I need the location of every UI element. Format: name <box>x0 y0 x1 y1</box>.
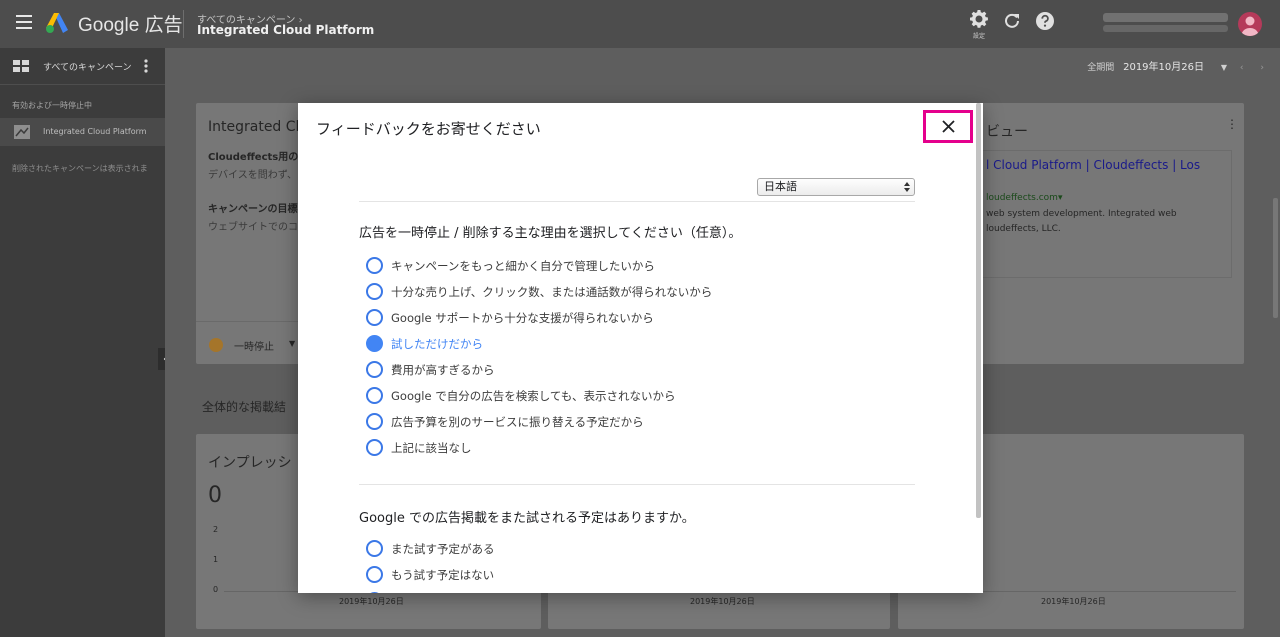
radio-button[interactable] <box>366 566 383 583</box>
radio-option[interactable]: Google で自分の広告を検索しても、表示されないから <box>366 386 906 404</box>
section-heading: 全体的な掲載結 <box>202 400 287 414</box>
radio-label: もう試す予定はない <box>391 568 495 582</box>
campaign-icon <box>14 125 30 139</box>
axis-tick: 2 <box>213 525 219 534</box>
radio-label: 試しただけだから <box>391 337 483 351</box>
sidebar-section-label: 有効および一時停止中 <box>12 101 92 110</box>
radio-button[interactable] <box>366 387 383 404</box>
radio-label: 十分な売り上げ、クリック数、または通話数が得られないから <box>391 285 713 299</box>
radio-option[interactable]: 広告予算を別のサービスに振り替える予定だから <box>366 412 906 430</box>
card-line: ウェブサイトでのコ <box>208 222 298 233</box>
help-icon[interactable] <box>1035 11 1055 31</box>
sidebar-item-campaign[interactable]: Integrated Cloud Platform <box>0 118 165 146</box>
radio-button[interactable] <box>366 439 383 456</box>
pause-icon <box>209 338 223 352</box>
dropdown-arrow-icon[interactable]: ▼ <box>1221 63 1227 72</box>
metric-value: 0 <box>208 483 222 508</box>
feedback-dialog: フィードバックをお寄せください 日本語 広告を一時停止 / 削除する主な理由を選… <box>298 103 983 593</box>
sidebar-item-label: Integrated Cloud Platform <box>43 127 147 136</box>
user-icon <box>1241 16 1259 36</box>
more-vert-icon[interactable]: ⋮ <box>1226 117 1238 131</box>
close-button[interactable] <box>923 110 973 143</box>
prev-period-icon[interactable]: ‹ <box>1240 63 1244 73</box>
ad-headline: l Cloud Platform | Cloudeffects | Los <box>986 158 1201 172</box>
chevron-down-icon[interactable]: ▼ <box>289 339 295 348</box>
card-line: Cloudeffects用のキ <box>208 152 309 163</box>
radio-button[interactable] <box>366 592 383 593</box>
axis-date: 2019年10月26日 <box>690 597 755 606</box>
menu-icon[interactable] <box>16 15 32 31</box>
page-scrollbar[interactable] <box>1273 198 1278 318</box>
select-arrows-icon <box>904 182 910 192</box>
language-select[interactable]: 日本語 <box>757 178 915 196</box>
radio-label: Google で自分の広告を検索しても、表示されないから <box>391 389 676 403</box>
card-line: デバイスを問わず、 <box>208 170 297 181</box>
date-range-selector[interactable]: 全期間 2019年10月26日 ▼ ‹ › <box>1087 58 1264 74</box>
date-range-value: 2019年10月26日 <box>1123 62 1204 73</box>
removed-campaigns-note: 削除されたキャンペーンは表示されま <box>12 164 148 173</box>
radio-option[interactable]: 上記に該当なし <box>366 438 906 456</box>
status-dropdown[interactable]: 一時停止 <box>234 338 274 353</box>
refresh-icon[interactable] <box>1002 11 1022 31</box>
radio-button[interactable] <box>366 257 383 274</box>
axis-tick: 1 <box>213 555 219 564</box>
radio-label: 費用が高すぎるから <box>391 363 495 377</box>
divider <box>359 484 915 485</box>
radio-label: Google サポートから十分な支援が得られないから <box>391 311 654 325</box>
sidebar-header: すべてのキャンペーン <box>0 48 165 85</box>
account-name-blurred <box>1103 13 1228 22</box>
card-title: Integrated Clo <box>208 119 308 135</box>
breadcrumb-current: Integrated Cloud Platform <box>197 23 375 37</box>
account-email-blurred <box>1103 25 1228 32</box>
radio-button-checked[interactable] <box>366 335 383 352</box>
close-icon <box>942 120 955 133</box>
brand-divider <box>183 10 184 38</box>
radio-button[interactable] <box>366 361 383 378</box>
radio-option[interactable]: 十分な売り上げ、クリック数、または通話数が得られないから <box>366 282 906 300</box>
radio-option-partial[interactable] <box>366 591 906 593</box>
radio-option[interactable]: Google サポートから十分な支援が得られないから <box>366 308 906 326</box>
ad-description: loudeffects, LLC. <box>986 224 1061 234</box>
divider <box>359 201 915 202</box>
question-pause-reason: 広告を一時停止 / 削除する主な理由を選択してください（任意）。 <box>359 226 742 241</box>
ad-description: web system development. Integrated web <box>986 209 1177 219</box>
radio-button[interactable] <box>366 540 383 557</box>
avatar[interactable] <box>1238 12 1262 36</box>
google-ads-logo-icon <box>46 13 68 33</box>
radio-button[interactable] <box>366 309 383 326</box>
question-retry-plan: Google での広告掲載をまた試される予定はありますか。 <box>359 511 695 526</box>
grid-view-icon <box>13 60 29 72</box>
radio-label: キャンペーンをもっと細かく自分で管理したいから <box>391 259 655 273</box>
radio-option-selected[interactable]: 試しただけだから <box>366 334 906 352</box>
metric-label: インプレッシ <box>208 455 292 471</box>
more-vert-icon[interactable] <box>144 59 148 73</box>
radio-label: 広告予算を別のサービスに振り替える予定だから <box>391 415 644 429</box>
radio-option[interactable]: 費用が高すぎるから <box>366 360 906 378</box>
ad-display-url: loudeffects.com▾ <box>986 193 1063 203</box>
radio-button[interactable] <box>366 283 383 300</box>
card-line: キャンペーンの目標 <box>208 204 298 215</box>
next-period-icon[interactable]: › <box>1260 63 1264 73</box>
radio-option[interactable]: また試す予定がある <box>366 539 906 557</box>
axis-date: 2019年10月26日 <box>339 597 404 606</box>
axis-date: 2019年10月26日 <box>1041 597 1106 606</box>
brand-name[interactable]: Google 広告 <box>78 10 183 37</box>
settings-label: 設定 <box>972 33 985 40</box>
radio-label: また試す予定がある <box>391 542 495 556</box>
radio-button[interactable] <box>366 413 383 430</box>
date-range-label: 全期間 <box>1087 63 1115 73</box>
campaign-sidebar: すべてのキャンペーン 有効および一時停止中 Integrated Cloud P… <box>0 48 165 637</box>
sidebar-item-all-campaigns[interactable]: すべてのキャンペーン <box>43 60 132 73</box>
radio-label: 上記に該当なし <box>391 441 472 455</box>
gear-icon[interactable] <box>969 9 989 29</box>
axis-tick: 0 <box>213 585 219 594</box>
radio-option[interactable]: キャンペーンをもっと細かく自分で管理したいから <box>366 256 906 274</box>
language-select-value: 日本語 <box>764 180 797 193</box>
radio-option[interactable]: もう試す予定はない <box>366 565 906 583</box>
dialog-scrollbar[interactable] <box>976 103 981 518</box>
dialog-title: フィードバックをお寄せください <box>316 120 541 138</box>
top-app-bar: Google 広告 すべてのキャンペーン › Integrated Cloud … <box>0 0 1280 48</box>
card-title: ビュー <box>986 124 1028 140</box>
